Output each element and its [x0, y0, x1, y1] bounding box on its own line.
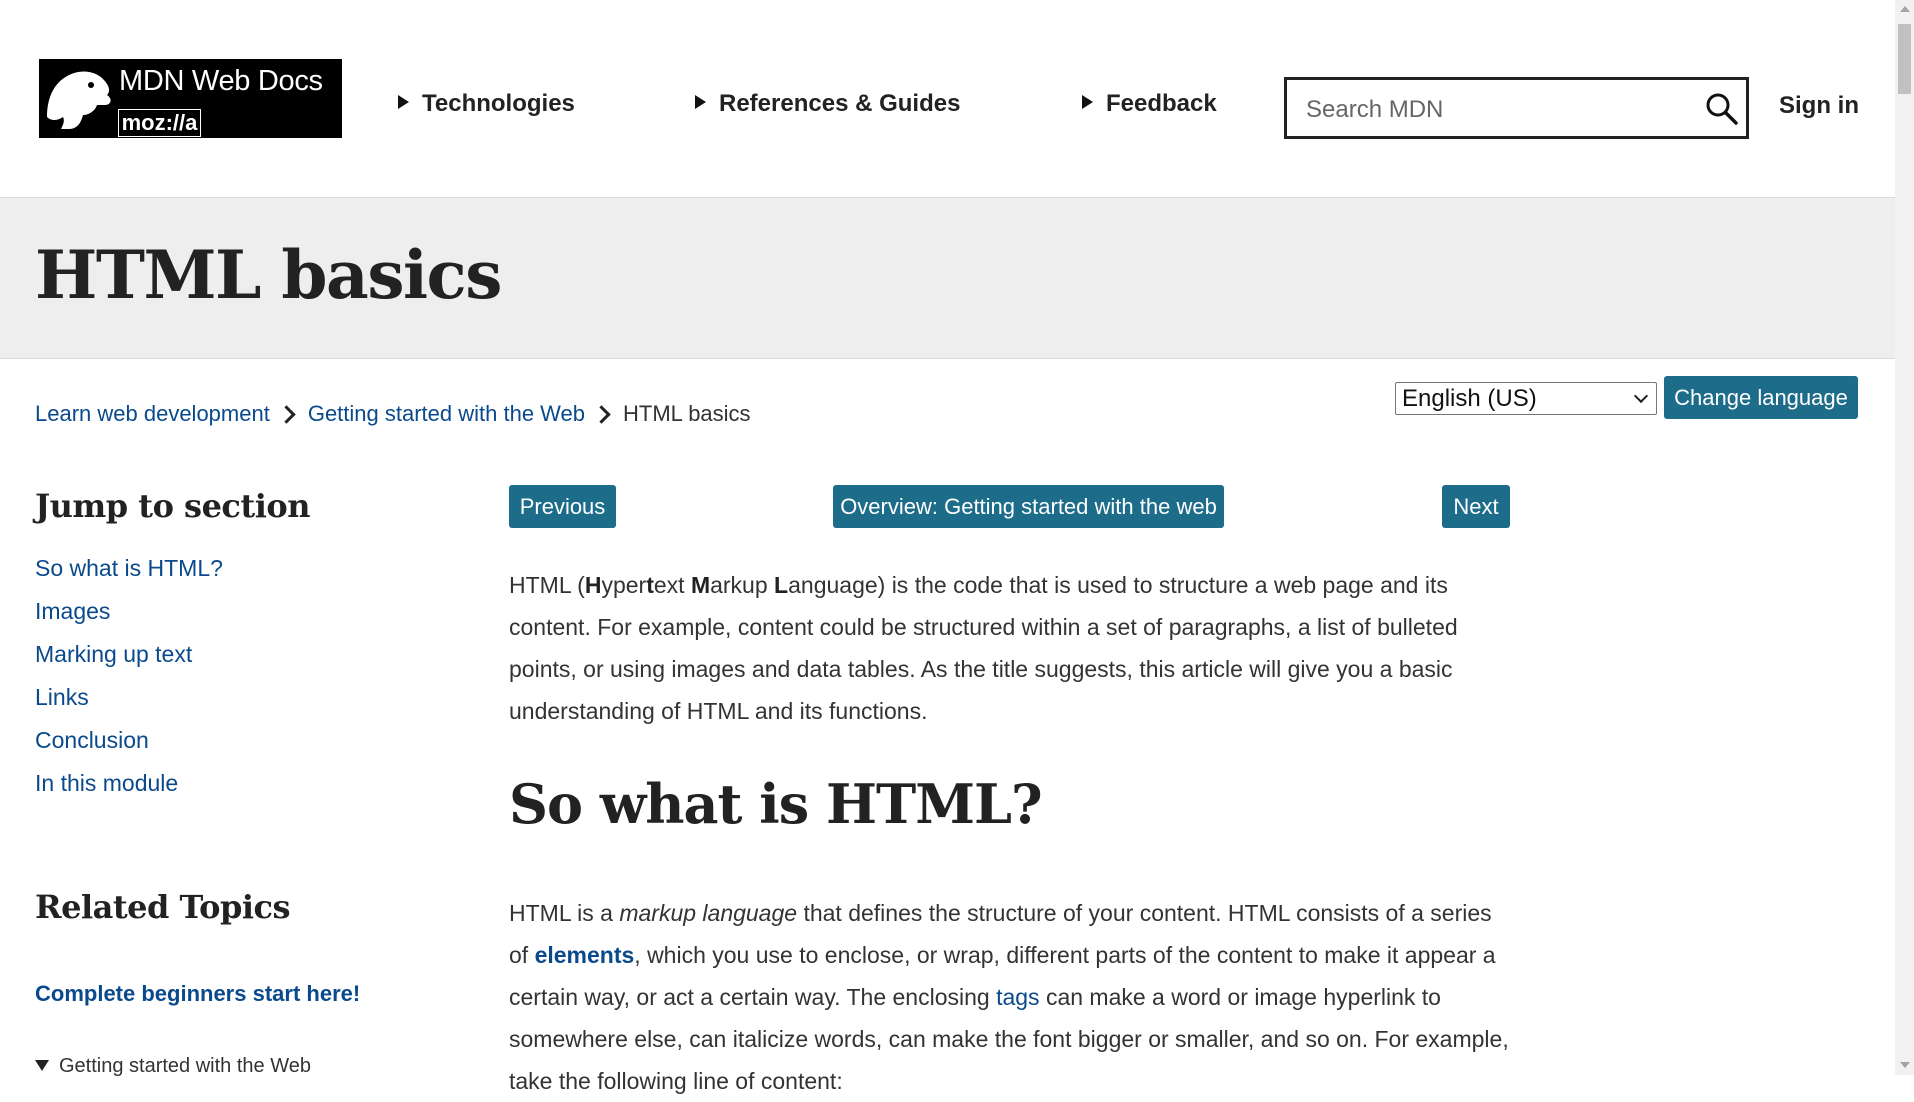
scroll-up-arrow-icon[interactable] — [1900, 6, 1910, 12]
nav-references-guides[interactable]: References & Guides — [695, 90, 960, 118]
mozilla-wordmark: moz://a — [118, 109, 201, 137]
related-link-complete-beginners[interactable]: Complete beginners start here! — [35, 981, 360, 1007]
toc-item-conclusion[interactable]: Conclusion — [35, 727, 149, 754]
chevron-down-icon — [1633, 388, 1649, 404]
breadcrumb: Learn web development Getting started wit… — [35, 400, 751, 427]
related-topics-heading: Related Topics — [35, 888, 291, 926]
previous-button[interactable]: Previous — [509, 485, 616, 528]
search-icon[interactable] — [1705, 92, 1739, 126]
triangle-right-icon — [695, 95, 706, 109]
scroll-down-arrow-icon[interactable] — [1900, 1062, 1910, 1068]
toc-item-marking-up-text[interactable]: Marking up text — [35, 641, 192, 668]
language-select[interactable]: English (US) — [1395, 382, 1657, 415]
toc-item-links[interactable]: Links — [35, 684, 89, 711]
title-band: HTML basics — [0, 198, 1895, 359]
vertical-scrollbar[interactable] — [1895, 0, 1914, 1075]
dinosaur-icon — [39, 59, 117, 138]
overview-button[interactable]: Overview: Getting started with the web — [833, 485, 1224, 528]
tags-link[interactable]: tags — [996, 984, 1039, 1010]
chevron-right-icon — [277, 404, 296, 424]
toc-item-so-what-is-html[interactable]: So what is HTML? — [35, 555, 223, 582]
mdn-logo[interactable]: MDN Web Docs moz://a — [39, 59, 342, 138]
breadcrumb-current: HTML basics — [623, 401, 751, 427]
language-selected: English (US) — [1402, 385, 1537, 412]
page-title: HTML basics — [35, 236, 502, 314]
toc-item-in-this-module[interactable]: In this module — [35, 770, 178, 797]
chevron-right-icon — [592, 404, 611, 424]
section-heading-so-what-is-html: So what is HTML? — [509, 772, 1043, 836]
next-button[interactable]: Next — [1442, 485, 1510, 528]
jump-to-section-heading: Jump to section — [35, 487, 310, 525]
nav-feedback[interactable]: Feedback — [1082, 90, 1217, 118]
scrollbar-thumb[interactable] — [1898, 24, 1911, 94]
body-paragraph: HTML is a markup language that defines t… — [509, 900, 1509, 1094]
logo-title: MDN Web Docs — [119, 65, 323, 97]
breadcrumb-learn-web-development[interactable]: Learn web development — [35, 401, 270, 426]
triangle-right-icon — [398, 95, 409, 109]
search-input[interactable] — [1304, 94, 1688, 126]
nav-technologies[interactable]: Technologies — [398, 90, 575, 118]
site-header: MDN Web Docs moz://a Technologies Refere… — [0, 0, 1895, 198]
toc-item-images[interactable]: Images — [35, 598, 110, 625]
breadcrumb-getting-started[interactable]: Getting started with the Web — [308, 401, 585, 426]
search-box — [1284, 77, 1749, 139]
change-language-button[interactable]: Change language — [1664, 376, 1858, 419]
sign-in-link[interactable]: Sign in — [1779, 92, 1859, 120]
triangle-down-icon — [35, 1060, 49, 1071]
intro-paragraph: HTML (Hypertext Markup Language) is the … — [509, 572, 1458, 724]
elements-link[interactable]: elements — [535, 942, 635, 968]
triangle-right-icon — [1082, 95, 1093, 109]
